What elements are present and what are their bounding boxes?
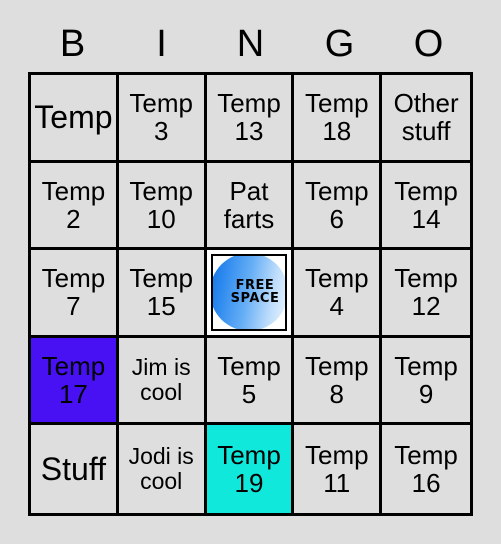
bingo-cell-o3[interactable]: Temp 12	[382, 250, 470, 338]
bingo-cell-b3[interactable]: Temp 7	[31, 250, 119, 338]
bingo-cell-label: Temp 15	[129, 263, 193, 322]
bingo-header-letter-b: B	[59, 23, 86, 65]
bingo-cell-label: Other stuff	[393, 88, 459, 147]
bingo-cell-i1[interactable]: Temp 3	[118, 75, 207, 163]
bingo-cell-label: Temp 7	[41, 263, 106, 322]
bingo-cell-g5[interactable]: Temp 11	[294, 425, 383, 513]
bingo-cell-label: Temp 6	[305, 175, 369, 234]
bingo-cell-g2[interactable]: Temp 6	[294, 162, 383, 251]
bingo-header-letter-n: N	[236, 23, 265, 65]
bingo-cell-label: Stuff	[40, 450, 107, 487]
bingo-cell-o4[interactable]: Temp 9	[382, 337, 470, 426]
bingo-cell-n4[interactable]: Temp 5	[206, 337, 295, 426]
bingo-card: B I N G O Temp Temp 3 Temp 13 Temp 18 Other …	[0, 0, 501, 544]
bingo-cell-label: Temp 12	[394, 263, 458, 322]
bingo-cell-o2[interactable]: Temp 14	[382, 162, 470, 251]
bingo-cell-g3[interactable]: Temp 4	[294, 250, 383, 338]
bingo-cell-label: Jodi is cool	[128, 443, 194, 495]
bingo-cell-label: Jim is cool	[131, 354, 191, 406]
bingo-cell-label: Temp 3	[129, 88, 193, 147]
bingo-cell-b1[interactable]: Temp	[31, 75, 119, 163]
bingo-cell-i4[interactable]: Jim is cool	[118, 337, 207, 426]
bingo-cell-label: Temp 5	[217, 351, 281, 410]
bingo-grid: Temp Temp 3 Temp 13 Temp 18 Other stuff Temp …	[28, 72, 473, 516]
bingo-header-letter-g: G	[324, 23, 355, 65]
bingo-cell-label: Temp	[34, 99, 113, 136]
bingo-cell-b4[interactable]: Temp 17	[31, 337, 119, 426]
free-space-label-line2: SPACE	[230, 291, 280, 307]
bingo-cell-label: Temp 13	[217, 88, 281, 147]
bingo-cell-label: Temp 19	[217, 440, 281, 499]
bingo-cell-label: Temp 16	[394, 440, 458, 499]
bingo-cell-o5[interactable]: Temp 16	[382, 425, 470, 513]
bingo-cell-i5[interactable]: Jodi is cool	[118, 425, 207, 513]
bingo-cell-b2[interactable]: Temp 2	[31, 162, 119, 251]
bingo-cell-label: Temp 17	[41, 351, 106, 410]
bingo-cell-label: Temp 4	[305, 263, 369, 322]
bingo-cell-n3[interactable]: FREE SPACE	[206, 250, 295, 338]
bingo-cell-label: Temp 10	[129, 175, 193, 234]
bingo-cell-n1[interactable]: Temp 13	[206, 75, 295, 163]
bingo-cell-b5[interactable]: Stuff	[31, 425, 119, 513]
bingo-cell-label: Temp 14	[394, 175, 458, 234]
bingo-cell-i2[interactable]: Temp 10	[118, 162, 207, 251]
bingo-cell-label: Temp 11	[305, 440, 369, 499]
free-space-label: FREE SPACE	[231, 279, 280, 306]
free-space-tile: FREE SPACE	[210, 254, 288, 331]
bingo-cell-label: Temp 8	[305, 351, 369, 410]
bingo-header-row: B I N G O	[28, 19, 473, 69]
bingo-cell-label: Temp 18	[305, 88, 369, 147]
bingo-cell-i3[interactable]: Temp 15	[118, 250, 207, 338]
bingo-cell-label: Temp 9	[394, 351, 458, 410]
bingo-cell-label: Temp 2	[41, 175, 106, 234]
bingo-header-letter-i: I	[156, 23, 167, 65]
bingo-cell-n2[interactable]: Pat farts	[206, 162, 295, 251]
bingo-header-letter-o: O	[413, 23, 444, 65]
bingo-cell-g4[interactable]: Temp 8	[294, 337, 383, 426]
bingo-cell-o1[interactable]: Other stuff	[382, 75, 470, 163]
free-space-label-line1: FREE	[235, 278, 275, 294]
bingo-cell-g1[interactable]: Temp 18	[294, 75, 383, 163]
bingo-cell-n5[interactable]: Temp 19	[206, 425, 295, 513]
bingo-cell-label: Pat farts	[223, 175, 275, 234]
